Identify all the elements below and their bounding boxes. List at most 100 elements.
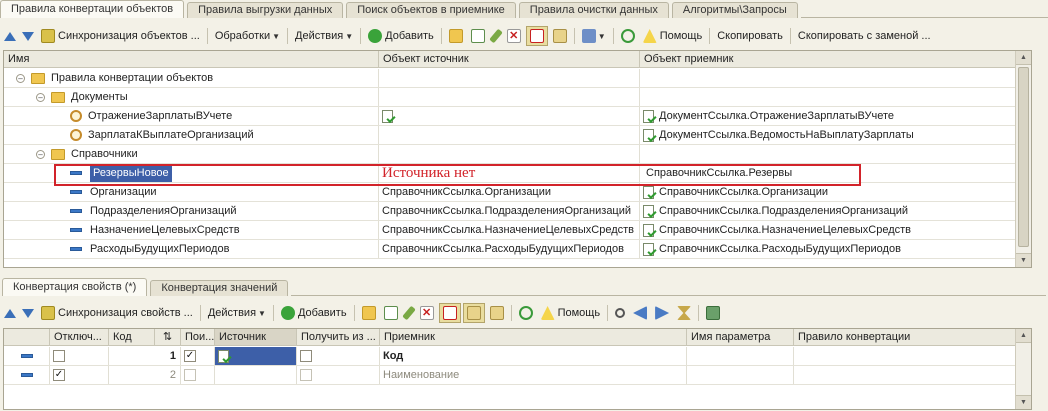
col-source[interactable]: Источник — [215, 329, 297, 345]
bottom-tabstrip: Конвертация свойств (*) Конвертация знач… — [2, 278, 1046, 296]
document-check-icon — [643, 109, 654, 123]
property-row[interactable]: 1 ✓ Код — [4, 347, 1016, 366]
add-button[interactable]: Добавить — [365, 26, 437, 46]
delete-button[interactable]: ✕ — [504, 26, 524, 46]
col-conversion-rule[interactable]: Правило конвертации — [794, 329, 1016, 345]
get-from-checkbox[interactable] — [300, 350, 312, 362]
scroll-up-icon[interactable]: ▲ — [1016, 51, 1031, 65]
col-disabled[interactable]: Отключ... — [50, 329, 109, 345]
tree-row[interactable]: – Документы — [4, 88, 1016, 107]
mark-delete-button[interactable] — [438, 303, 461, 323]
next-button[interactable] — [652, 303, 672, 323]
tree-row[interactable]: ЗарплатаКВыплатеОрганизаций ДокументСсыл… — [4, 126, 1016, 145]
rule-icon — [70, 209, 82, 213]
scroll-up-icon[interactable]: ▲ — [1016, 329, 1031, 343]
tab-export-rules[interactable]: Правила выгрузки данных — [187, 2, 344, 18]
collapse-icon[interactable]: – — [36, 92, 45, 102]
document-check-icon — [382, 109, 393, 123]
tree-row[interactable]: НазначениеЦелевыхСредств СправочникСсылк… — [4, 221, 1016, 240]
vertical-scrollbar[interactable]: ▲ ▼ — [1015, 51, 1031, 267]
col-get-from[interactable]: Получить из ... — [297, 329, 380, 345]
tab-conversion-rules[interactable]: Правила конвертации объектов — [0, 0, 185, 18]
col-param-name[interactable]: Имя параметра — [687, 329, 794, 345]
col-search[interactable]: Пои... — [181, 329, 215, 345]
toolbar-objects: Синхронизация объектов ... Обработки ▼ Де… — [2, 25, 1046, 47]
group-button[interactable] — [462, 303, 485, 323]
col-target[interactable]: Объект приемник — [640, 51, 1016, 67]
copy-item-button[interactable] — [381, 303, 401, 323]
collapse-icon[interactable]: – — [16, 73, 25, 83]
folder-icon — [51, 148, 65, 160]
sync-icon — [41, 29, 55, 43]
col-source[interactable]: Объект источник — [379, 51, 640, 67]
move-up-icon[interactable] — [4, 308, 16, 318]
property-row[interactable]: ✓ 2 Наименование — [4, 366, 1016, 385]
properties-button[interactable] — [487, 303, 507, 323]
tab-object-search[interactable]: Поиск объектов в приемнике — [346, 2, 516, 18]
tree-row[interactable]: РасходыБудущихПериодов СправочникСсылка.… — [4, 240, 1016, 259]
property-icon — [20, 373, 33, 377]
help-button[interactable]: Помощь — [640, 26, 706, 46]
refresh-button[interactable] — [618, 26, 638, 46]
move-down-icon[interactable] — [22, 31, 34, 41]
search-icon — [615, 308, 626, 318]
search-checkbox[interactable] — [184, 369, 196, 381]
tab-algorithms[interactable]: Алгоритмы\Запросы — [671, 2, 798, 18]
add-folder-button[interactable] — [446, 26, 466, 46]
find-button[interactable] — [612, 303, 628, 323]
rule-icon — [70, 247, 82, 251]
conversion-rules-grid: Имя Объект источник Объект приемник – Пра… — [3, 50, 1032, 268]
scroll-down-icon[interactable]: ▼ — [1016, 253, 1031, 267]
tree-row[interactable]: – Справочники — [4, 145, 1016, 164]
filter-button[interactable] — [674, 303, 694, 323]
col-target[interactable]: Приемник — [380, 329, 687, 345]
properties-button[interactable] — [550, 26, 570, 46]
search-rule-icon — [70, 110, 82, 122]
vertical-scrollbar[interactable]: ▲ ▼ — [1015, 329, 1031, 409]
tables-button[interactable] — [703, 303, 723, 323]
caret-down-icon: ▼ — [345, 31, 354, 41]
sync-properties-button[interactable]: Синхронизация свойств ... — [38, 303, 196, 323]
actions-menu[interactable]: Действия ▼ — [292, 26, 356, 46]
rule-icon — [70, 190, 82, 194]
folder-icon — [51, 91, 65, 103]
collapse-icon[interactable]: – — [36, 149, 45, 159]
copy-item-button[interactable] — [468, 26, 488, 46]
arrow-left-icon — [633, 306, 648, 320]
col-code[interactable]: Код — [109, 329, 155, 345]
delete-button[interactable]: ✕ — [417, 303, 437, 323]
help-button[interactable]: Помощь — [538, 303, 604, 323]
output-menu[interactable]: ▼ — [579, 26, 609, 46]
search-checkbox[interactable]: ✓ — [184, 350, 196, 362]
sync-objects-button[interactable]: Синхронизация объектов ... — [38, 26, 203, 46]
tab-value-conversion[interactable]: Конвертация значений — [150, 280, 289, 296]
actions-menu[interactable]: Действия ▼ — [205, 303, 269, 323]
edit-button[interactable] — [488, 26, 503, 46]
add-folder-button[interactable] — [359, 303, 379, 323]
prev-button[interactable] — [630, 303, 650, 323]
move-down-icon[interactable] — [22, 308, 34, 318]
scroll-thumb[interactable] — [1018, 67, 1029, 247]
tree-row[interactable]: – Правила конвертации объектов — [4, 69, 1016, 88]
tree-row[interactable]: ПодразделенияОрганизаций СправочникСсылк… — [4, 202, 1016, 221]
tab-property-conversion[interactable]: Конвертация свойств (*) — [2, 278, 148, 296]
mark-delete-button[interactable] — [525, 26, 548, 46]
processing-menu[interactable]: Обработки ▼ — [212, 26, 283, 46]
refresh-button[interactable] — [516, 303, 536, 323]
move-up-icon[interactable] — [4, 31, 16, 41]
copy-button[interactable]: Скопировать — [714, 26, 786, 46]
pencil-icon — [488, 28, 503, 44]
sort-icon[interactable]: ⇅ — [155, 329, 181, 345]
get-from-checkbox[interactable] — [300, 369, 312, 381]
col-name[interactable]: Имя — [4, 51, 379, 67]
edit-button[interactable] — [401, 303, 416, 323]
tab-cleanup-rules[interactable]: Правила очистки данных — [518, 2, 669, 18]
add-button[interactable]: Добавить — [278, 303, 350, 323]
disabled-checkbox[interactable] — [53, 350, 65, 362]
copy-icon — [470, 29, 485, 43]
scroll-down-icon[interactable]: ▼ — [1016, 395, 1031, 409]
help-icon — [540, 306, 555, 320]
tree-row[interactable]: ОтражениеЗарплатыВУчете ДокументСсылка.О… — [4, 107, 1016, 126]
disabled-checkbox[interactable]: ✓ — [53, 369, 65, 381]
copy-replace-button[interactable]: Скопировать с заменой ... — [795, 26, 934, 46]
